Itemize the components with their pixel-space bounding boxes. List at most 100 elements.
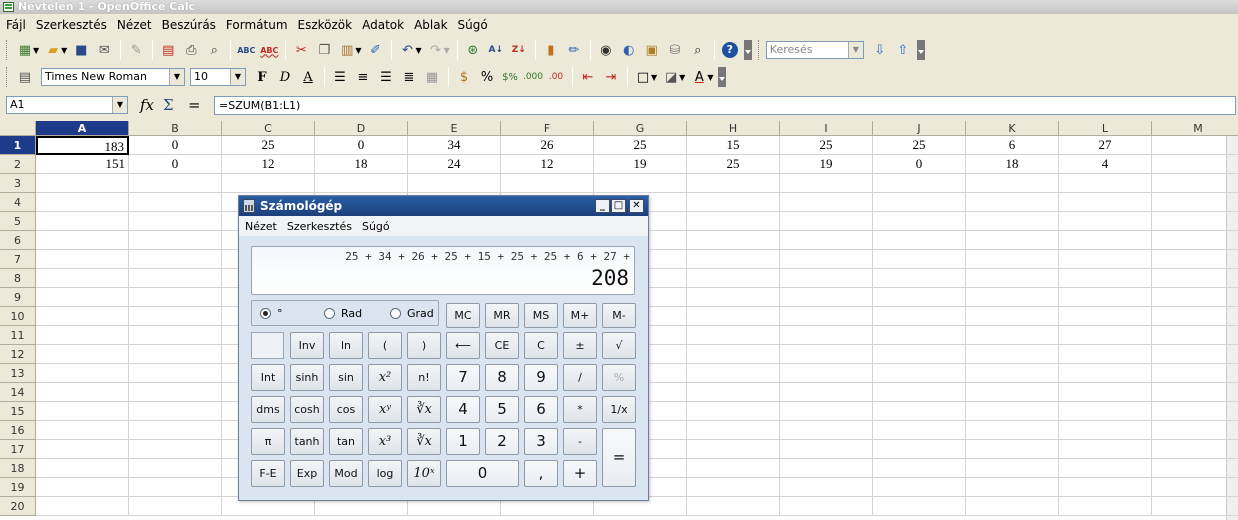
cell-i20[interactable] bbox=[780, 497, 873, 516]
cell-l5[interactable] bbox=[1059, 212, 1152, 231]
cell-i10[interactable] bbox=[780, 307, 873, 326]
function-wizard-icon[interactable]: fx bbox=[140, 96, 154, 114]
cell-f2[interactable]: 12 bbox=[501, 155, 594, 174]
cell-f1[interactable]: 26 bbox=[501, 136, 594, 155]
cell-k3[interactable] bbox=[966, 174, 1059, 193]
cell-i6[interactable] bbox=[780, 231, 873, 250]
cell-m4[interactable] bbox=[1152, 193, 1238, 212]
row-header-7[interactable]: 7 bbox=[0, 250, 36, 269]
calc-button-ln[interactable]: ln bbox=[329, 332, 363, 359]
cell-j8[interactable] bbox=[873, 269, 966, 288]
cell-m9[interactable] bbox=[1152, 288, 1238, 307]
grads-radio[interactable]: Grad bbox=[390, 307, 434, 320]
cell-i8[interactable] bbox=[780, 269, 873, 288]
calc-button-7[interactable]: 7 bbox=[446, 364, 480, 391]
cell-g3[interactable] bbox=[594, 174, 687, 193]
cell-e3[interactable] bbox=[408, 174, 501, 193]
calc-menu-edit[interactable]: Szerkesztés bbox=[287, 220, 352, 233]
cell-l11[interactable] bbox=[1059, 326, 1152, 345]
calc-button-sym42[interactable]: * bbox=[563, 396, 597, 423]
calc-button-3[interactable]: 3 bbox=[524, 428, 558, 455]
row-header-13[interactable]: 13 bbox=[0, 364, 36, 383]
calc-button-sym40[interactable]: ( bbox=[368, 332, 402, 359]
cell-k4[interactable] bbox=[966, 193, 1059, 212]
row-header-2[interactable]: 2 bbox=[0, 155, 36, 174]
column-header-g[interactable]: G bbox=[594, 121, 687, 136]
cell-i14[interactable] bbox=[780, 383, 873, 402]
cell-b6[interactable] bbox=[129, 231, 222, 250]
cell-k13[interactable] bbox=[966, 364, 1059, 383]
cell-h10[interactable] bbox=[687, 307, 780, 326]
row-header-14[interactable]: 14 bbox=[0, 383, 36, 402]
calc-button-Inv[interactable]: Inv bbox=[290, 332, 324, 359]
cell-e2[interactable]: 24 bbox=[408, 155, 501, 174]
menu-format[interactable]: Formátum bbox=[226, 18, 288, 32]
cell-j6[interactable] bbox=[873, 231, 966, 250]
row-header-20[interactable]: 20 bbox=[0, 497, 36, 516]
menu-data[interactable]: Adatok bbox=[362, 18, 404, 32]
cell-m16[interactable] bbox=[1152, 421, 1238, 440]
menu-insert[interactable]: Beszúrás bbox=[162, 18, 216, 32]
cell-j14[interactable] bbox=[873, 383, 966, 402]
cell-j11[interactable] bbox=[873, 326, 966, 345]
background-color-icon[interactable]: ◪ bbox=[660, 66, 682, 88]
calc-button-sin[interactable]: sin bbox=[329, 364, 363, 391]
cell-k2[interactable]: 18 bbox=[966, 155, 1059, 174]
email-icon[interactable]: ✉ bbox=[93, 39, 115, 61]
merge-cells-icon[interactable]: ▦ bbox=[421, 66, 443, 88]
format-paintbrush-icon[interactable]: ✐ bbox=[364, 39, 386, 61]
column-header-a[interactable]: A bbox=[36, 121, 129, 136]
calc-button-MR[interactable]: MR bbox=[485, 303, 519, 328]
name-box[interactable]: A1 ▼ bbox=[6, 96, 128, 114]
cell-h14[interactable] bbox=[687, 383, 780, 402]
align-center-icon[interactable]: ≡ bbox=[352, 66, 374, 88]
cell-m13[interactable] bbox=[1152, 364, 1238, 383]
cell-l6[interactable] bbox=[1059, 231, 1152, 250]
cell-k10[interactable] bbox=[966, 307, 1059, 326]
cell-i19[interactable] bbox=[780, 478, 873, 497]
cell-j3[interactable] bbox=[873, 174, 966, 193]
cell-k5[interactable] bbox=[966, 212, 1059, 231]
cell-a18[interactable] bbox=[36, 459, 129, 478]
help-icon[interactable]: ? bbox=[719, 39, 741, 61]
cell-b4[interactable] bbox=[129, 193, 222, 212]
calc-button-tanh[interactable]: tanh bbox=[290, 428, 324, 455]
calc-button-log[interactable]: log bbox=[368, 460, 402, 487]
undo-icon[interactable]: ↶ bbox=[396, 39, 418, 61]
cell-l7[interactable] bbox=[1059, 250, 1152, 269]
cell-k19[interactable] bbox=[966, 478, 1059, 497]
cell-j7[interactable] bbox=[873, 250, 966, 269]
column-header-m[interactable]: M bbox=[1152, 121, 1238, 136]
cell-j5[interactable] bbox=[873, 212, 966, 231]
cut-icon[interactable]: ✂ bbox=[290, 39, 312, 61]
row-header-9[interactable]: 9 bbox=[0, 288, 36, 307]
cell-k18[interactable] bbox=[966, 459, 1059, 478]
cell-h8[interactable] bbox=[687, 269, 780, 288]
cell-j19[interactable] bbox=[873, 478, 966, 497]
row-header-11[interactable]: 11 bbox=[0, 326, 36, 345]
menu-tools[interactable]: Eszközök bbox=[298, 18, 353, 32]
calc-button-C[interactable]: C bbox=[524, 332, 558, 359]
copy-icon[interactable]: ❐ bbox=[313, 39, 335, 61]
sum-icon[interactable]: Σ bbox=[163, 96, 174, 114]
calculator-title-bar[interactable]: Számológép _ □ ✕ bbox=[239, 196, 648, 216]
cell-j12[interactable] bbox=[873, 345, 966, 364]
calc-menu-help[interactable]: Súgó bbox=[362, 220, 390, 233]
font-size-dropdown-icon[interactable]: ▼ bbox=[230, 69, 245, 85]
cell-i11[interactable] bbox=[780, 326, 873, 345]
toolbar-grip[interactable] bbox=[6, 40, 9, 60]
calc-button-0[interactable]: 0 bbox=[446, 460, 519, 487]
cell-j1[interactable]: 25 bbox=[873, 136, 966, 155]
cell-a5[interactable] bbox=[36, 212, 129, 231]
cell-h1[interactable]: 15 bbox=[687, 136, 780, 155]
cell-a3[interactable] bbox=[36, 174, 129, 193]
calc-button-Int[interactable]: Int bbox=[251, 364, 285, 391]
cell-a11[interactable] bbox=[36, 326, 129, 345]
cell-h9[interactable] bbox=[687, 288, 780, 307]
chart-icon[interactable]: ▮ bbox=[540, 39, 562, 61]
cell-l3[interactable] bbox=[1059, 174, 1152, 193]
cell-j4[interactable] bbox=[873, 193, 966, 212]
calc-button-M[interactable]: M+ bbox=[563, 303, 597, 328]
cell-k17[interactable] bbox=[966, 440, 1059, 459]
data-sources-icon[interactable]: ▣ bbox=[641, 39, 663, 61]
